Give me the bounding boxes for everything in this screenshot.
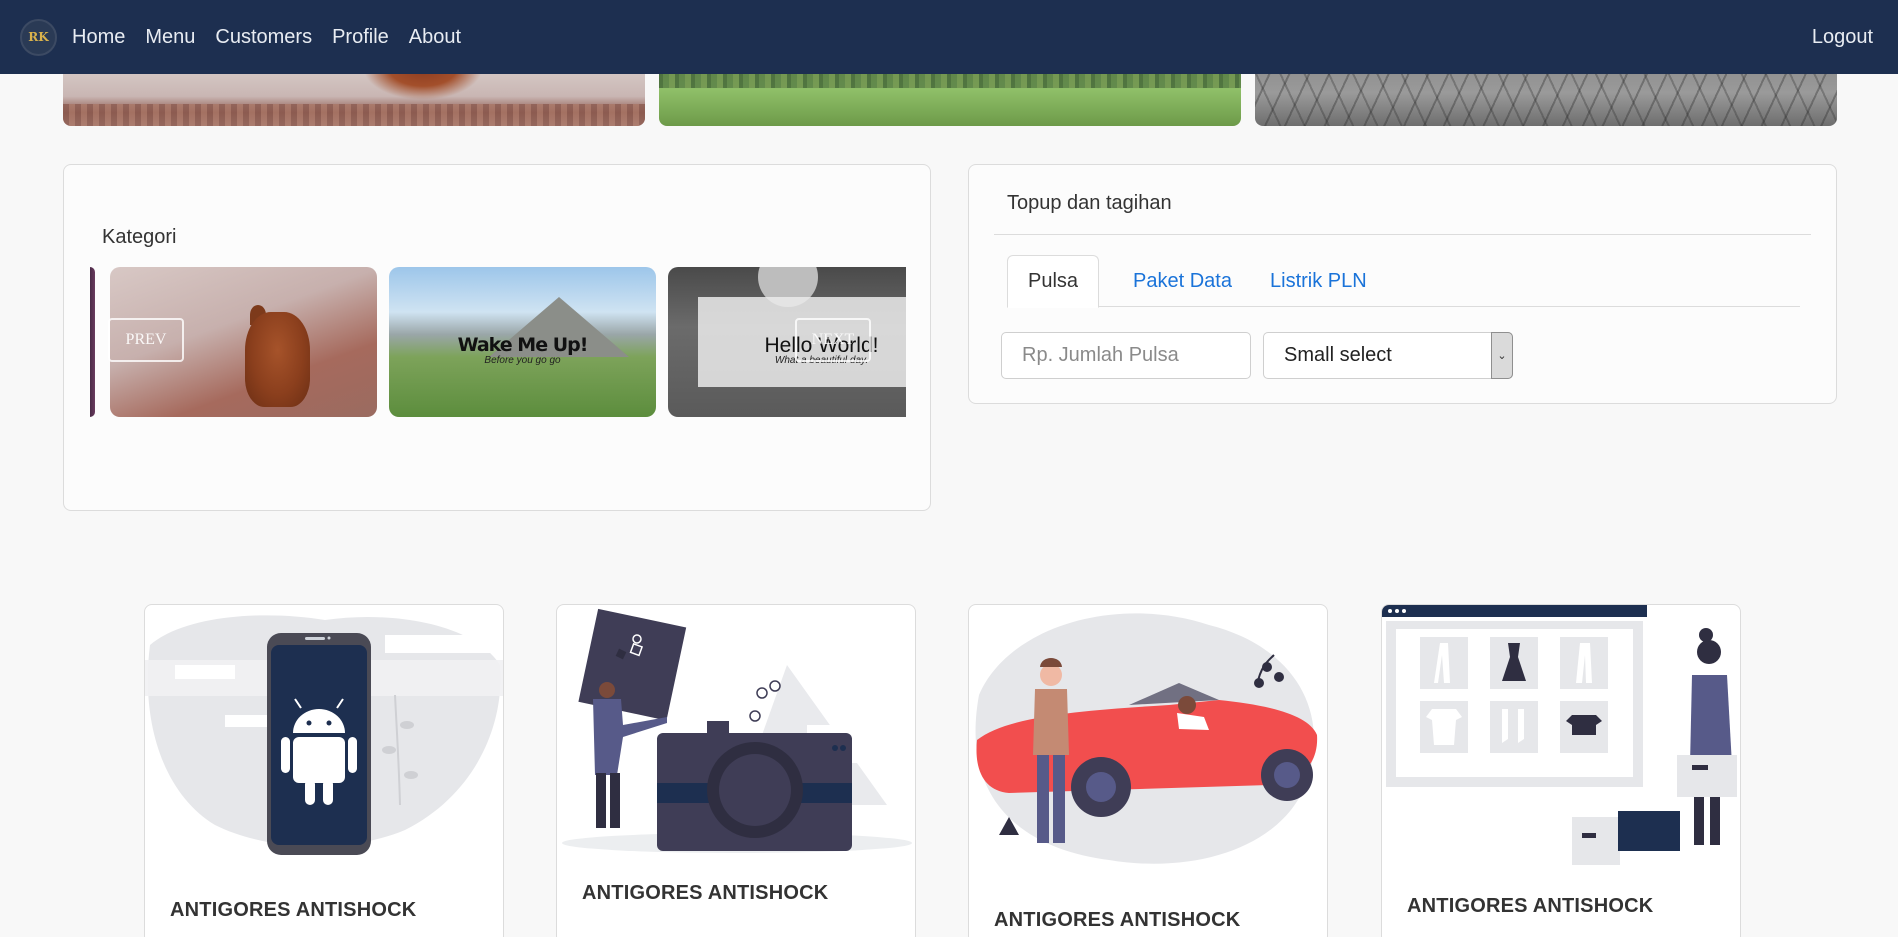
carousel-prev-button[interactable]: PREV	[108, 318, 184, 362]
carousel-slide-mountain[interactable]: Wake Me Up! Before you go go	[389, 267, 656, 417]
nav-link-about[interactable]: About	[409, 26, 461, 49]
select-value: Small select	[1284, 344, 1392, 366]
slide-heading: Wake Me Up!	[457, 334, 589, 356]
topup-tabs: Pulsa Paket Data Listrik PLN	[1007, 255, 1800, 308]
brand-logo[interactable]: RK	[20, 18, 57, 56]
carousel-next-button[interactable]: NEXT	[795, 318, 871, 362]
pulsa-amount-input[interactable]	[1001, 332, 1251, 379]
kategori-carousel[interactable]: Wake Me Up! Before you go go Hello World…	[90, 267, 906, 417]
topup-card: Topup dan tagihan Pulsa Paket Data Listr…	[968, 164, 1837, 404]
product-title: ANTIGORES ANTISHOCK	[170, 899, 417, 921]
android-phone-illustration	[145, 615, 503, 855]
navbar: RK Home Menu Customers Profile About Log…	[0, 0, 1898, 74]
kategori-title: Kategori	[102, 226, 177, 248]
carousel-slide-edge	[90, 267, 95, 417]
nav-link-menu[interactable]: Menu	[145, 26, 195, 49]
product-title: ANTIGORES ANTISHOCK	[994, 909, 1241, 931]
logout-link[interactable]: Logout	[1812, 26, 1873, 49]
small-select[interactable]: Small select ⌄	[1263, 332, 1513, 379]
product-card[interactable]: ANTIGORES ANTISHOCK	[968, 604, 1328, 937]
product-card[interactable]: ANTIGORES ANTISHOCK	[1381, 604, 1741, 937]
chevron-down-icon[interactable]: ⌄	[1491, 332, 1513, 379]
product-title: ANTIGORES ANTISHOCK	[1407, 895, 1654, 917]
nav-link-profile[interactable]: Profile	[332, 26, 389, 49]
online-shop-illustration	[1382, 605, 1737, 865]
camera-illustration	[562, 608, 912, 853]
product-card[interactable]: ANTIGORES ANTISHOCK	[556, 604, 916, 937]
tab-pulsa[interactable]: Pulsa	[1007, 255, 1100, 308]
nav-link-home[interactable]: Home	[72, 26, 125, 49]
kategori-card: Kategori Wake Me Up! Before you go go He…	[63, 164, 931, 511]
topup-title: Topup dan tagihan	[1007, 192, 1172, 214]
car-illustration	[975, 613, 1318, 864]
tab-listrik-pln[interactable]: Listrik PLN	[1250, 255, 1387, 308]
slide-subheading: Before you go go	[484, 355, 561, 366]
tab-paket-data[interactable]: Paket Data	[1113, 255, 1252, 308]
nav-link-customers[interactable]: Customers	[215, 26, 312, 49]
product-title: ANTIGORES ANTISHOCK	[582, 882, 829, 904]
product-card[interactable]: ANTIGORES ANTISHOCK	[144, 604, 504, 937]
divider	[994, 234, 1811, 235]
